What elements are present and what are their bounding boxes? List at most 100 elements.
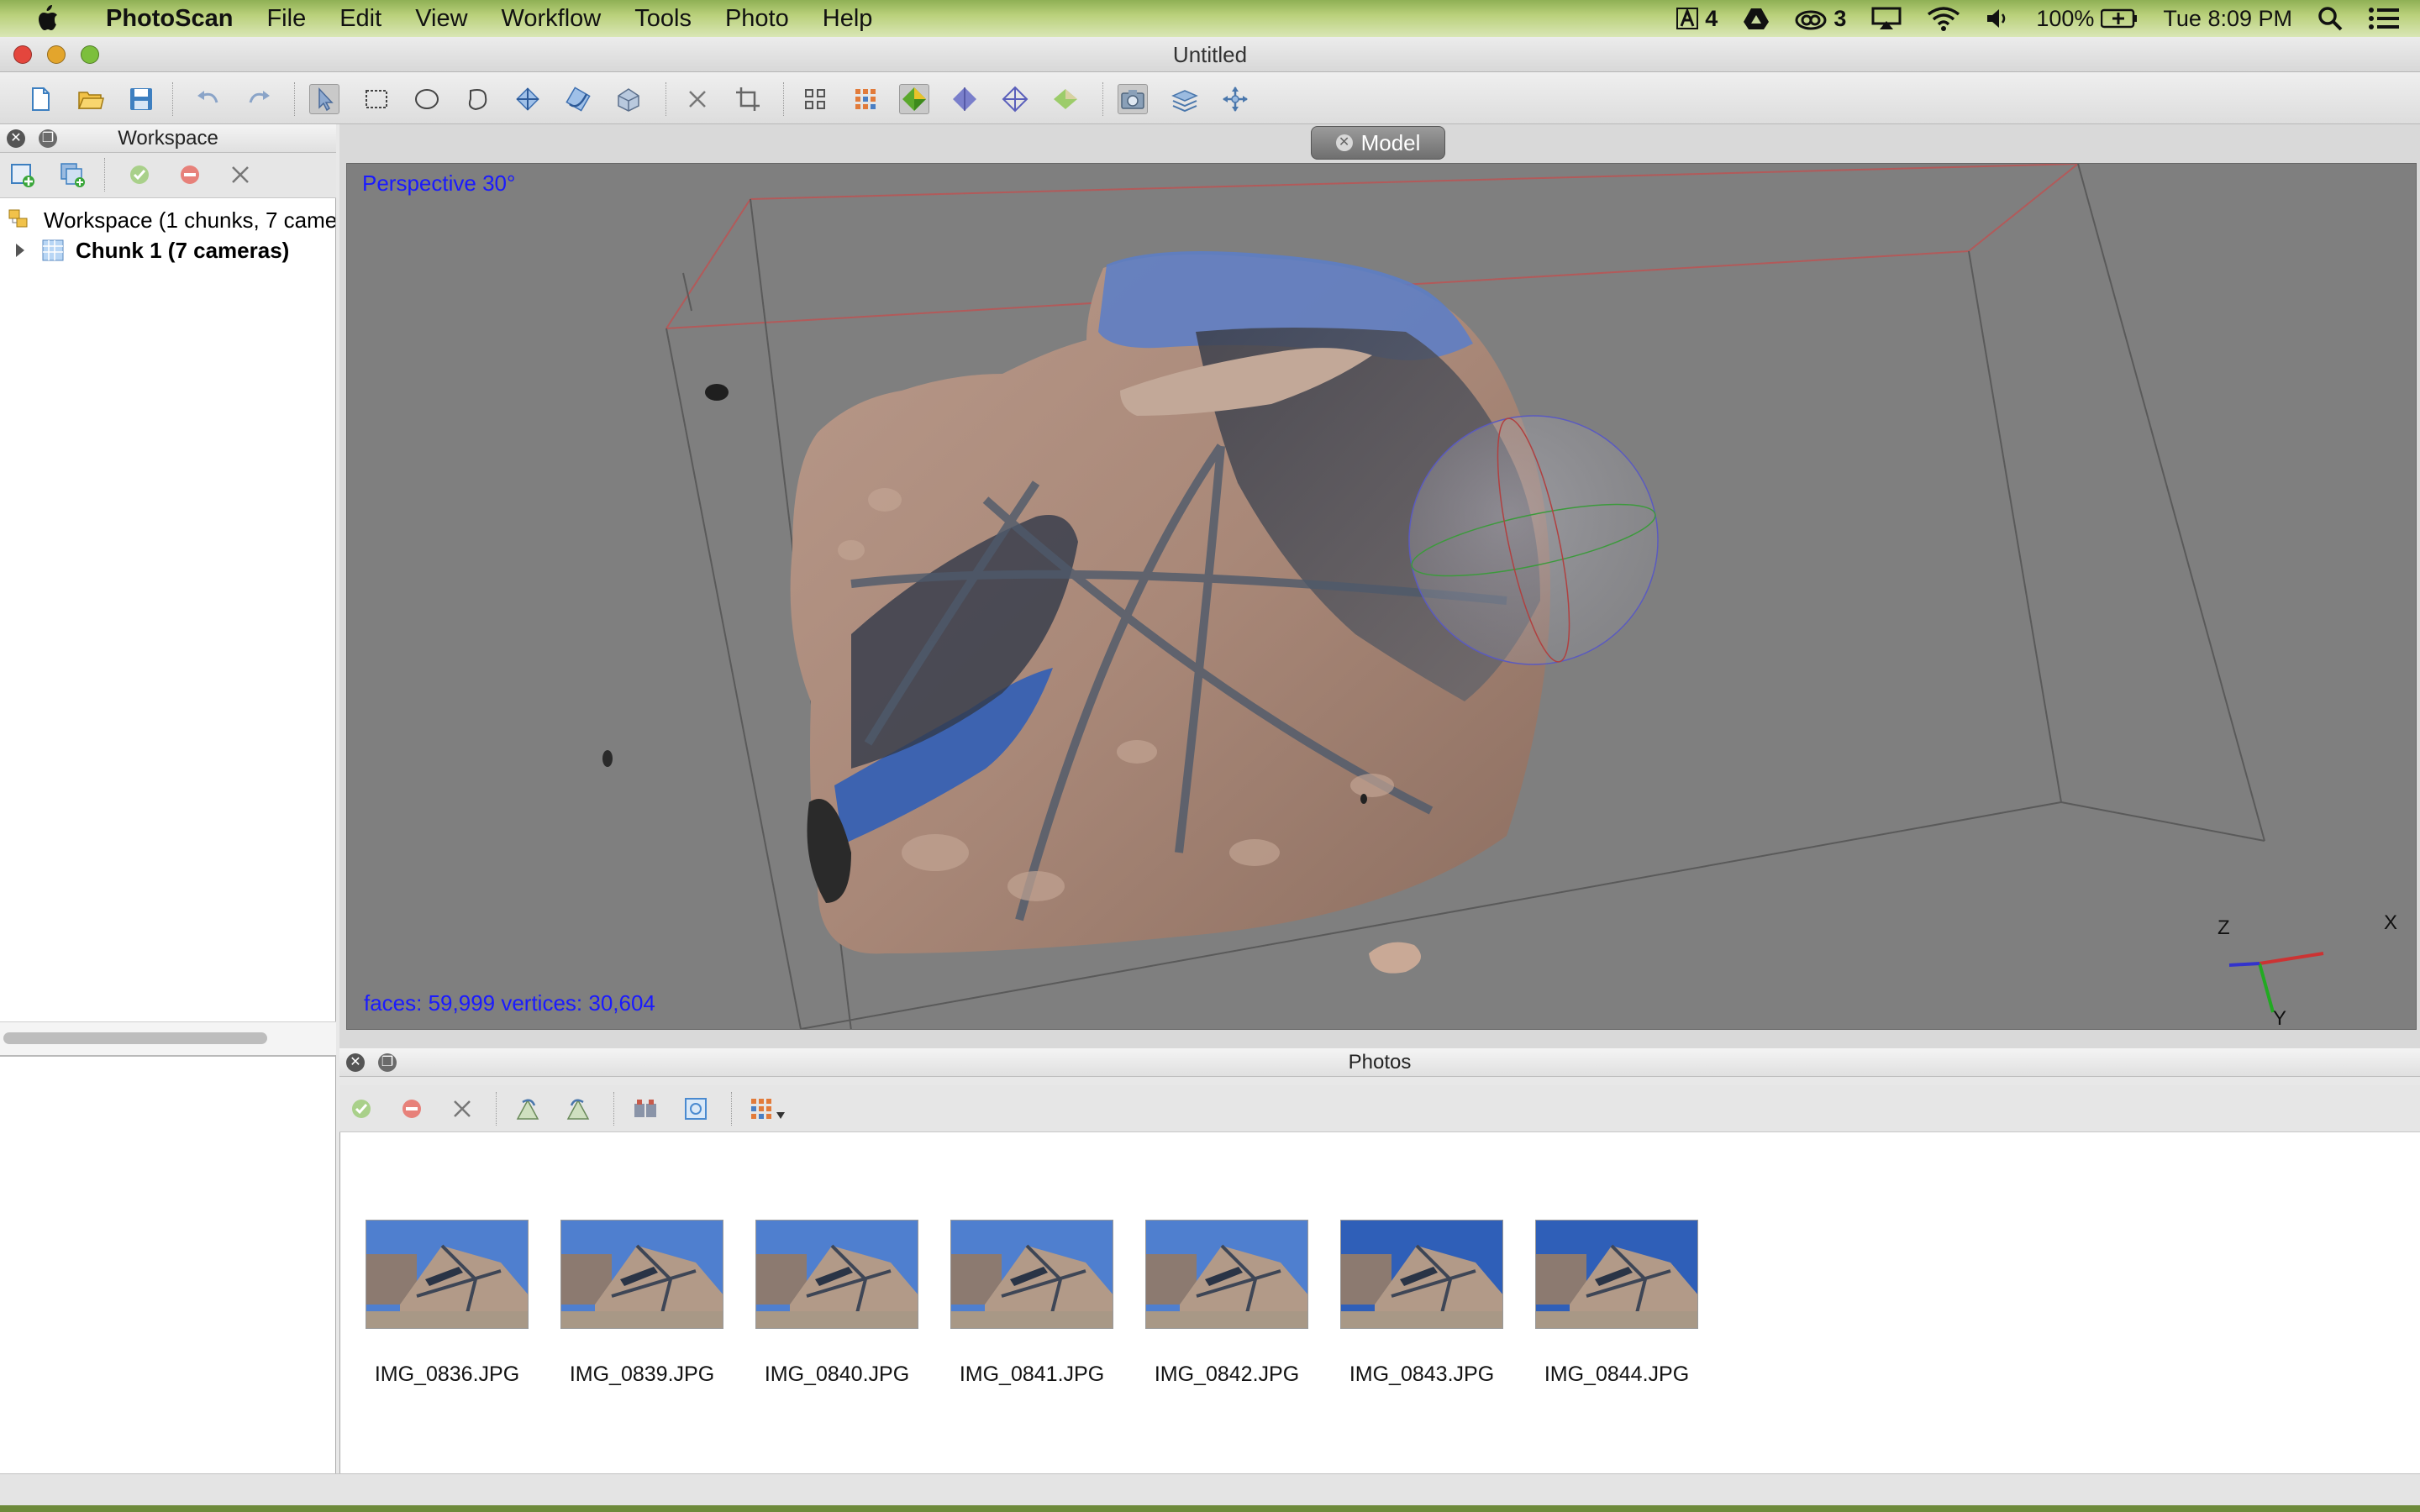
photos-title: Photos (1348, 1051, 1412, 1074)
model-tab[interactable]: ✕ Model (1311, 126, 1445, 160)
3d-viewport[interactable]: Perspective 30° faces: 59,999 vertices: … (346, 163, 2417, 1030)
photo-thumbnail[interactable]: IMG_0842.JPG (1145, 1220, 1308, 1387)
solid-model-icon[interactable] (950, 84, 980, 114)
model-tab-label: Model (1360, 129, 1421, 155)
photo-image[interactable] (560, 1220, 723, 1329)
view-mode-dropdown-icon[interactable] (748, 1094, 798, 1124)
photo-thumbnail[interactable]: IMG_0840.JPG (755, 1220, 918, 1387)
reconstructed-mesh[interactable] (602, 251, 1550, 974)
wireframe-model-icon[interactable] (1000, 84, 1030, 114)
photo-thumbnail[interactable]: IMG_0836.JPG (366, 1220, 529, 1387)
free-select-icon[interactable] (462, 84, 492, 114)
photo-thumbnail[interactable]: IMG_0844.JPG (1535, 1220, 1698, 1387)
photoscan-window: Untitled ✕ ❐ Workspace Workspace (1 chun… (0, 37, 2420, 1505)
photo-image[interactable] (1535, 1220, 1698, 1329)
reset-view-icon[interactable] (1220, 84, 1250, 114)
photo-thumbnail[interactable]: IMG_0841.JPG (950, 1220, 1113, 1387)
menu-workflow[interactable]: Workflow (485, 0, 618, 37)
toolbar-separator (613, 1092, 615, 1126)
menu-bar: PhotoScan File Edit View Workflow Tools … (0, 0, 2420, 37)
tree-root-workspace[interactable]: Workspace (1 chunks, 7 cameras) (8, 205, 335, 235)
photo-thumbnail[interactable]: IMG_0843.JPG (1340, 1220, 1503, 1387)
undo-icon[interactable] (193, 84, 224, 114)
remove-items-icon[interactable] (225, 160, 255, 190)
enable-cameras-icon[interactable] (124, 160, 155, 190)
disable-cameras-icon[interactable] (175, 160, 205, 190)
rectangle-select-icon[interactable] (361, 84, 392, 114)
title-bar: Untitled (0, 37, 2420, 72)
dense-cloud-icon[interactable] (850, 84, 881, 114)
move-object-icon[interactable] (513, 84, 543, 114)
remove-cameras-icon[interactable] (447, 1094, 477, 1124)
delete-icon[interactable] (682, 84, 713, 114)
photo-image[interactable] (1145, 1220, 1308, 1329)
show-region-icon[interactable] (1170, 84, 1200, 114)
menu-edit[interactable]: Edit (323, 0, 398, 37)
save-icon[interactable] (126, 84, 156, 114)
toolbar-separator (731, 1092, 733, 1126)
rotate-object-icon[interactable] (563, 84, 593, 114)
open-icon[interactable] (76, 84, 106, 114)
axis-indicator (2228, 952, 2324, 1013)
clock[interactable]: Tue 8:09 PM (2163, 6, 2292, 32)
tree-chunk-label: Chunk 1 (7 cameras) (76, 237, 290, 263)
creative-cloud-count: 3 (1833, 5, 1847, 31)
wifi-icon[interactable] (1927, 6, 1960, 31)
add-photos-icon[interactable] (57, 160, 87, 190)
photos-grid: IMG_0836.JPG IMG_0839.JPG IMG_0840.JPG IMG_… (339, 1132, 2420, 1473)
axis-x-label: X (2384, 911, 2398, 934)
resize-region-icon[interactable] (613, 84, 644, 114)
menu-tools[interactable]: Tools (618, 0, 708, 37)
workspace-title: Workspace (118, 127, 218, 150)
photo-image[interactable] (1340, 1220, 1503, 1329)
airplay-icon[interactable] (1871, 7, 1902, 30)
apple-menu-icon[interactable] (30, 3, 64, 34)
window-title: Untitled (1172, 42, 1248, 67)
show-cameras-icon[interactable] (1118, 84, 1148, 114)
new-icon[interactable] (25, 84, 55, 114)
photo-thumbnail[interactable]: IMG_0839.JPG (560, 1220, 723, 1387)
rotate-right-icon[interactable] (513, 1094, 543, 1124)
enable-cameras-icon[interactable] (346, 1094, 376, 1124)
menu-view[interactable]: View (398, 0, 484, 37)
menu-file[interactable]: File (250, 0, 323, 37)
redo-icon[interactable] (244, 84, 274, 114)
shaded-model-icon[interactable] (899, 84, 929, 114)
menu-help[interactable]: Help (806, 0, 890, 37)
photo-image[interactable] (755, 1220, 918, 1329)
photos-toolbar (339, 1085, 2420, 1132)
creative-cloud-status[interactable]: 3 (1795, 6, 1846, 32)
battery-percent: 100% (2036, 5, 2095, 31)
disable-cameras-icon[interactable] (397, 1094, 427, 1124)
add-chunk-icon[interactable] (7, 160, 37, 190)
close-tab-icon[interactable]: ✕ (1335, 134, 1353, 151)
tree-item-chunk[interactable]: Chunk 1 (7 cameras) (12, 235, 289, 265)
creative-cloud-icon (1795, 10, 1827, 30)
rotate-left-icon[interactable] (563, 1094, 593, 1124)
photo-image[interactable] (950, 1220, 1113, 1329)
toolbar-separator (666, 82, 667, 116)
reset-camera-alignment-icon[interactable] (630, 1094, 660, 1124)
circle-select-icon[interactable] (412, 84, 442, 114)
crop-icon[interactable] (733, 84, 763, 114)
3d-scene[interactable] (347, 164, 2417, 1030)
battery-status[interactable]: 100% (2036, 6, 2138, 32)
expand-arrow-icon[interactable] (12, 242, 29, 259)
scrollbar-thumb[interactable] (3, 1032, 267, 1044)
view-photo-icon[interactable] (681, 1094, 711, 1124)
adobe-status[interactable]: 4 (1676, 6, 1718, 32)
photo-image[interactable] (366, 1220, 529, 1329)
spotlight-search-icon[interactable] (2317, 6, 2343, 31)
select-pointer-icon[interactable] (309, 84, 339, 114)
volume-icon[interactable] (1986, 7, 2011, 30)
adobe-icon (1676, 8, 1699, 29)
menu-photo[interactable]: Photo (708, 0, 806, 37)
mesh-stats-label: faces: 59,999 vertices: 30,604 (364, 990, 655, 1016)
textured-model-icon[interactable] (1050, 84, 1081, 114)
google-drive-icon[interactable] (1743, 7, 1770, 30)
notification-center-icon[interactable] (2368, 6, 2400, 31)
workspace-horizontal-scrollbar[interactable] (0, 1021, 336, 1055)
toolbar-separator (294, 82, 296, 116)
point-cloud-icon[interactable] (800, 84, 830, 114)
menu-app-name[interactable]: PhotoScan (89, 0, 250, 37)
